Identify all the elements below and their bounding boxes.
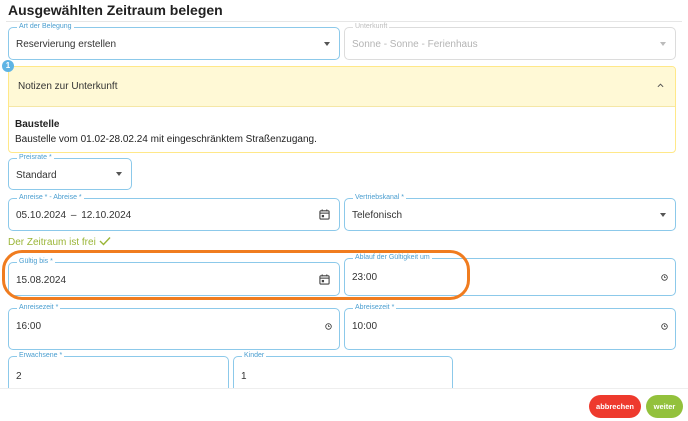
footer-divider bbox=[0, 388, 688, 389]
note-title: Baustelle bbox=[15, 119, 60, 130]
erwachsene-label: Erwachsene * bbox=[17, 351, 65, 361]
availability-status: Der Zeitraum ist frei bbox=[8, 237, 96, 248]
next-button[interactable]: weiter bbox=[646, 395, 683, 418]
vertriebskanal-label: Vertriebskanal * bbox=[353, 193, 407, 203]
unterkunft-select[interactable]: Unterkunft Sonne - Sonne - Ferienhaus bbox=[344, 22, 676, 60]
calendar-icon[interactable] bbox=[319, 274, 330, 285]
calendar-icon[interactable] bbox=[319, 209, 330, 220]
gueltig-bis-label: Gültig bis * bbox=[17, 257, 55, 267]
unterkunft-label: Unterkunft bbox=[353, 22, 390, 32]
date-separator: – bbox=[70, 210, 77, 221]
notes-panel-header[interactable]: Notizen zur Unterkunft bbox=[9, 67, 675, 107]
preisrate-value: Standard bbox=[16, 170, 57, 181]
note-text: Baustelle vom 01.02-28.02.24 mit eingesc… bbox=[15, 134, 317, 145]
abreisezeit-field[interactable]: Abreisezeit * 10:00 bbox=[344, 303, 676, 350]
ablauf-gueltigkeit-label: Ablauf der Gültigkeit um bbox=[353, 253, 432, 263]
title-divider bbox=[6, 21, 682, 22]
departure-date: 12.10.2024 bbox=[81, 210, 132, 221]
chevron-down-icon bbox=[324, 42, 330, 46]
abreisezeit-value: 10:00 bbox=[352, 321, 378, 332]
dialog-title: Ausgewählten Zeitraum belegen bbox=[8, 2, 223, 18]
art-der-belegung-select[interactable]: Art der Belegung Reservierung erstellen bbox=[8, 22, 340, 60]
vertriebskanal-select[interactable]: Vertriebskanal * Telefonisch bbox=[344, 193, 676, 231]
clock-icon[interactable] bbox=[661, 323, 668, 330]
preisrate-label: Preisrate * bbox=[17, 153, 54, 163]
anreisezeit-value: 16:00 bbox=[16, 321, 42, 332]
arrival-date: 05.10.2024 bbox=[16, 210, 67, 221]
chevron-up-icon[interactable] bbox=[657, 82, 664, 89]
notes-count-badge: 1 bbox=[2, 60, 14, 72]
anreisezeit-label: Anreisezeit * bbox=[17, 303, 61, 313]
kinder-field[interactable]: Kinder 1 bbox=[233, 351, 453, 388]
date-range-label: Anreise * - Abreise * bbox=[17, 193, 84, 203]
preisrate-select[interactable]: Preisrate * Standard bbox=[8, 153, 132, 190]
chevron-down-icon bbox=[660, 42, 666, 46]
ablauf-gueltigkeit-value: 23:00 bbox=[352, 272, 378, 283]
clock-icon[interactable] bbox=[661, 274, 668, 281]
date-range-field[interactable]: Anreise * - Abreise * 05.10.2024 – 12.10… bbox=[8, 193, 340, 231]
kinder-value: 1 bbox=[241, 371, 247, 382]
check-icon bbox=[99, 237, 111, 246]
erwachsene-field[interactable]: Erwachsene * 2 bbox=[8, 351, 229, 388]
date-range-value: 05.10.2024 – 12.10.2024 bbox=[16, 210, 131, 221]
ablauf-gueltigkeit-field[interactable]: Ablauf der Gültigkeit um 23:00 bbox=[344, 253, 676, 296]
notes-panel: Notizen zur Unterkunft Baustelle Baustel… bbox=[8, 66, 676, 153]
gueltig-bis-field[interactable]: Gültig bis * 15.08.2024 bbox=[8, 257, 340, 296]
unterkunft-value: Sonne - Sonne - Ferienhaus bbox=[352, 39, 478, 50]
kinder-label: Kinder bbox=[242, 351, 267, 361]
guest-count-row: Erwachsene * 2 Kinder 1 bbox=[0, 350, 688, 388]
clock-icon[interactable] bbox=[325, 323, 332, 330]
art-der-belegung-value: Reservierung erstellen bbox=[16, 39, 117, 50]
chevron-down-icon bbox=[116, 172, 122, 176]
gueltig-bis-value: 15.08.2024 bbox=[16, 275, 67, 286]
abreisezeit-label: Abreisezeit * bbox=[353, 303, 397, 313]
art-der-belegung-label: Art der Belegung bbox=[17, 22, 74, 32]
erwachsene-value: 2 bbox=[16, 371, 22, 382]
anreisezeit-field[interactable]: Anreisezeit * 16:00 bbox=[8, 303, 340, 350]
vertriebskanal-value: Telefonisch bbox=[352, 210, 403, 221]
notes-panel-title: Notizen zur Unterkunft bbox=[18, 81, 118, 92]
chevron-down-icon bbox=[660, 213, 666, 217]
cancel-button[interactable]: abbrechen bbox=[589, 395, 641, 418]
